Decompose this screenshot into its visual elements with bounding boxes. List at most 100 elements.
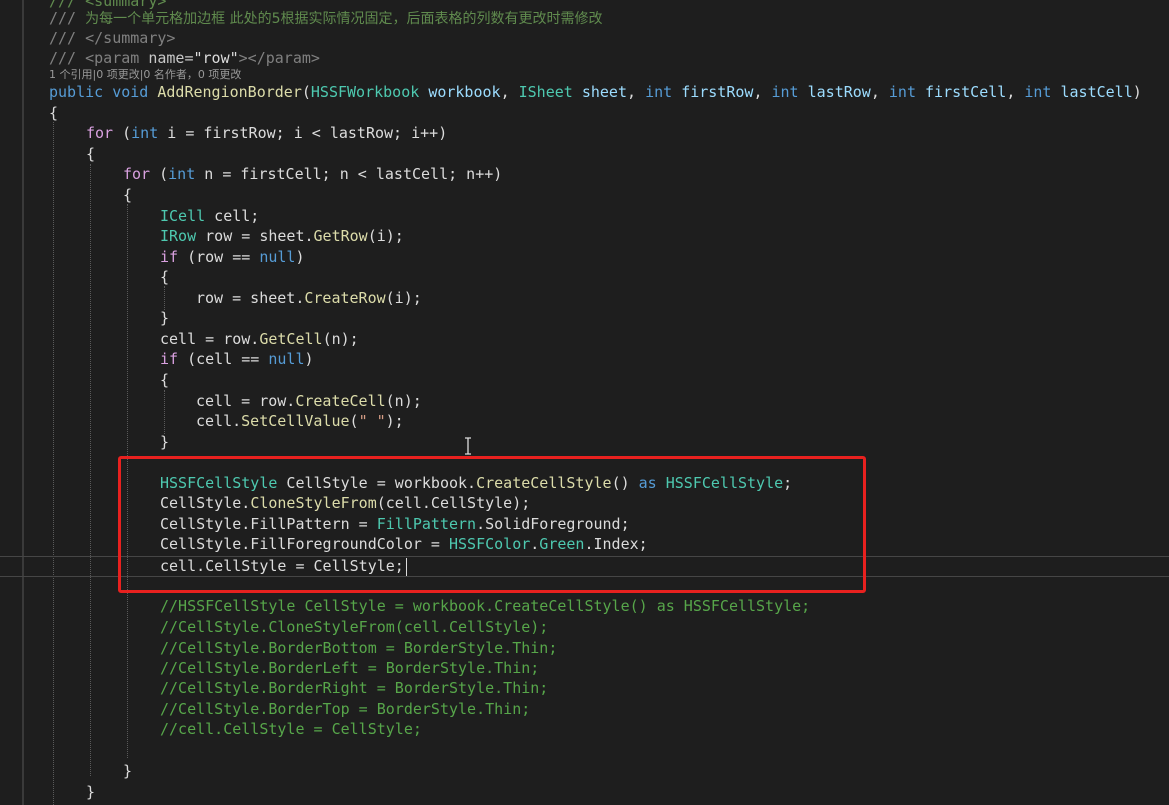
comment-line: //cell.CellStyle = CellStyle;	[160, 720, 422, 738]
brace: {	[160, 268, 170, 286]
doc-prefix: ///	[49, 9, 86, 27]
method-signature: public void AddRengionBorder(HSSFWorkboo…	[49, 83, 1142, 101]
code-line: /// 为每一个单元格加边框 此处的5根据实际情况固定，后面表格的列数有更改时需…	[49, 8, 602, 28]
keyword: for	[123, 165, 151, 183]
comment-line: //CellStyle.BorderRight = BorderStyle.Th…	[160, 679, 549, 697]
method-name: AddRengionBorder	[157, 83, 302, 101]
code-text: cell;	[205, 207, 260, 225]
code-line: IRow row = sheet.GetRow(i);	[160, 226, 404, 246]
code-text: (n);	[385, 392, 422, 410]
keyword: void	[112, 83, 149, 101]
parameter: lastCell	[1060, 83, 1133, 101]
doc-tag: </summary>	[85, 29, 176, 47]
code-line: }	[160, 308, 169, 328]
brace: {	[123, 186, 133, 204]
brace: }	[160, 433, 170, 451]
brace: {	[86, 145, 96, 163]
code-line: {	[49, 103, 58, 123]
code-text: (n);	[322, 330, 359, 348]
keyword: int	[131, 124, 159, 142]
code-text: (cell ==	[178, 350, 269, 368]
brace: }	[123, 762, 133, 780]
keyword: int	[771, 83, 799, 101]
doc-tag: <param	[85, 49, 149, 67]
codelens-references[interactable]: 1 个引用|0 项更改|0 名作者，0 项更改	[49, 68, 241, 82]
code-line: {	[86, 144, 95, 164]
method-name: SetCellValue	[241, 412, 350, 430]
doc-prefix: ///	[49, 49, 86, 67]
code-text: )	[295, 248, 305, 266]
parameter: workbook	[428, 83, 501, 101]
i-beam-cursor-icon	[465, 437, 471, 455]
type-name: ISheet	[518, 83, 573, 101]
code-line: ICell cell;	[160, 206, 259, 226]
if-statement: if (cell == null)	[160, 349, 314, 369]
code-line: }	[123, 761, 132, 781]
code-line: cell.SetCellValue(" ");	[196, 411, 404, 431]
keyword: int	[1024, 83, 1052, 101]
code-line: row = sheet.CreateRow(i);	[196, 288, 422, 308]
code-text: row = sheet.	[196, 289, 305, 307]
parameter: firstRow	[681, 83, 754, 101]
type-name: HSSFWorkbook	[310, 83, 420, 101]
code-text: );	[385, 412, 404, 430]
code-text: cell = row.	[196, 392, 296, 410]
code-text: (i);	[385, 289, 422, 307]
type-name: IRow	[160, 227, 197, 245]
code-text: (i);	[367, 227, 404, 245]
code-line: /// <param name="row"></param>	[49, 48, 320, 68]
code-line: cell = row.CreateCell(n);	[196, 391, 422, 411]
if-statement: if (row == null)	[160, 247, 305, 267]
parameter: lastRow	[807, 83, 871, 101]
comment-line: //CellStyle.BorderTop = BorderStyle.Thin…	[160, 700, 531, 718]
code-line: {	[160, 370, 169, 390]
keyword: null	[259, 248, 296, 266]
keyword: if	[160, 248, 179, 266]
method-name: GetRow	[313, 227, 368, 245]
code-text: cell = row.	[160, 330, 260, 348]
for-statement: for (int i = firstRow; i < lastRow; i++)	[86, 123, 447, 143]
doc-attr-value: "row"	[193, 49, 239, 67]
code-text: (	[349, 412, 359, 430]
parameter: sheet	[581, 83, 627, 101]
type-name: ICell	[160, 207, 206, 225]
brace: {	[160, 371, 170, 389]
doc-comment-text: 为每一个单元格加边框 此处的5根据实际情况固定，后面表格的列数有更改时需修改	[85, 11, 603, 27]
code-text: (	[150, 165, 169, 183]
code-lines[interactable]: /// <summary> /// 为每一个单元格加边框 此处的5根据实际情况固…	[0, 0, 1169, 805]
code-editor[interactable]: /// <summary> /// 为每一个单元格加边框 此处的5根据实际情况固…	[0, 0, 1169, 805]
keyword: int	[645, 83, 673, 101]
code-line: cell = row.GetCell(n);	[160, 329, 359, 349]
code-text: (row ==	[178, 248, 260, 266]
red-highlight-box	[118, 456, 866, 593]
keyword: if	[160, 350, 179, 368]
method-name: GetCell	[259, 330, 323, 348]
keyword: int	[888, 83, 916, 101]
doc-tag: ></param>	[238, 49, 320, 67]
keyword: null	[268, 350, 305, 368]
code-text: )	[304, 350, 314, 368]
code-line: /// </summary>	[49, 28, 175, 48]
code-line: }	[160, 432, 169, 452]
brace: }	[160, 309, 170, 327]
method-name: CreateRow	[304, 289, 386, 307]
for-statement: for (int n = firstCell; n < lastCell; n+…	[123, 164, 502, 184]
doc-prefix: ///	[49, 29, 86, 47]
comment-line: //CellStyle.BorderLeft = BorderStyle.Thi…	[160, 659, 540, 677]
code-text: i = firstRow; i < lastRow; i++)	[158, 124, 448, 142]
code-line: {	[160, 267, 169, 287]
string-literal: " "	[358, 412, 386, 430]
comment-line: //CellStyle.CloneStyleFrom(cell.CellStyl…	[160, 618, 549, 636]
code-text: cell.	[196, 412, 242, 430]
code-line: }	[86, 782, 95, 802]
doc-attr: name=	[148, 49, 194, 67]
parameter: firstCell	[925, 83, 1007, 101]
brace: }	[86, 783, 96, 801]
code-line: {	[123, 185, 132, 205]
keyword: for	[86, 124, 114, 142]
brace: {	[49, 104, 59, 122]
code-text: (	[113, 124, 132, 142]
method-name: CreateCell	[295, 392, 386, 410]
comment-line: //CellStyle.BorderBottom = BorderStyle.T…	[160, 639, 558, 657]
comment-line: //HSSFCellStyle CellStyle = workbook.Cre…	[160, 597, 811, 615]
